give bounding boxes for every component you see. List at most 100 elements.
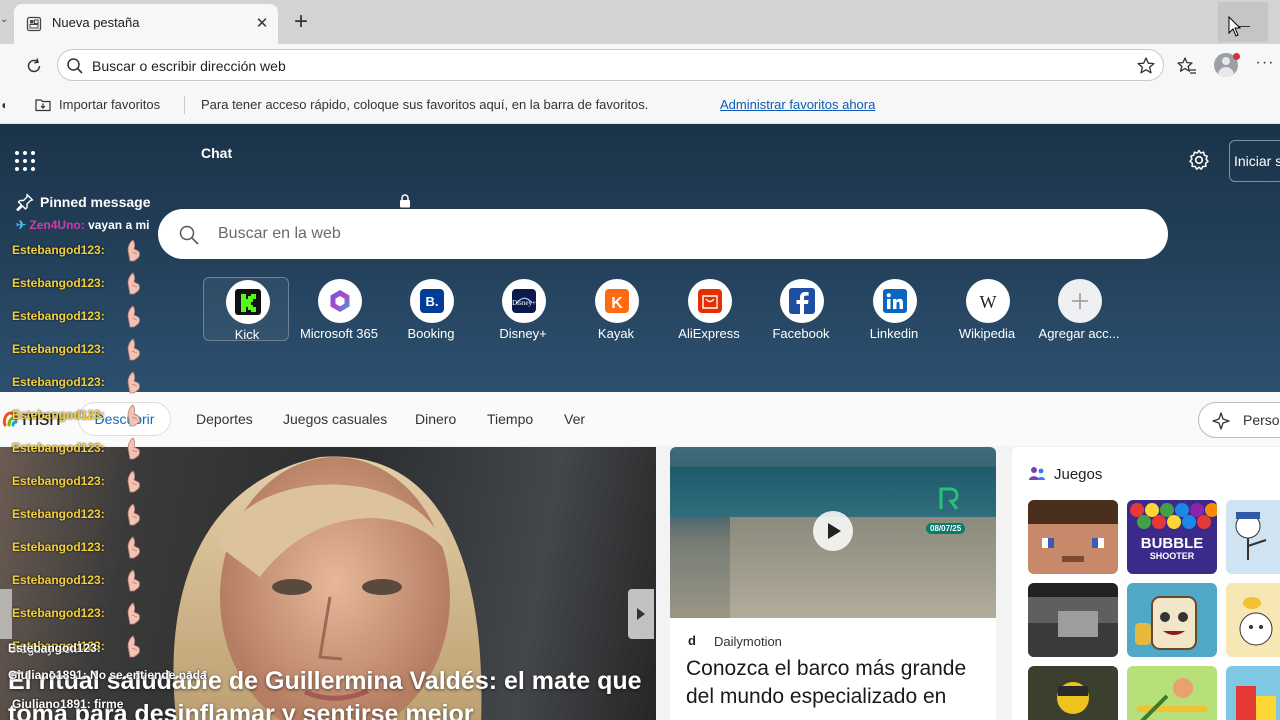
chat-message: Estebangod123: [12, 272, 152, 295]
chat-message: Estebangod123: [12, 569, 152, 592]
new-tab-button[interactable]: + [288, 10, 314, 36]
quick-link-wikipedia[interactable]: W Wikipedia [944, 277, 1030, 341]
personalize-sparkle-icon [1212, 412, 1230, 430]
pinned-message-user: Zen4Uno: [29, 218, 85, 232]
chat-message: Estebangod123: [12, 239, 152, 262]
game-tile-cartoon-mug[interactable] [1127, 583, 1217, 657]
chat-message: Estebangod123: [12, 536, 152, 559]
game-tile-pin-pull[interactable] [1127, 666, 1217, 720]
booking-icon: B. [410, 279, 454, 323]
quick-link-facebook[interactable]: Facebook [758, 277, 844, 341]
play-button[interactable] [813, 511, 853, 551]
app-launcher-icon[interactable] [15, 151, 37, 173]
svg-text:SHOOTER: SHOOTER [1150, 551, 1195, 561]
emote-icon [127, 371, 140, 394]
profile-notification-dot [1233, 53, 1240, 60]
dailymotion-logo-icon: d [688, 633, 696, 648]
emote-icon [127, 272, 140, 295]
favorites-bar-stub-icon: ◖ [0, 98, 8, 112]
carousel-next-button[interactable] [628, 589, 654, 639]
svg-text:W: W [980, 292, 997, 312]
quick-link-aliexpress[interactable]: AliExpress [666, 277, 752, 341]
emote-icon [127, 404, 140, 427]
chat-username: Estebangod123: [12, 474, 105, 488]
chat-message: Estebangod123: [12, 305, 152, 328]
quick-link-microsoft-365[interactable]: Microsoft 365 [296, 277, 382, 341]
svg-text:Disney+: Disney+ [512, 299, 536, 307]
settings-gear-icon[interactable] [1187, 148, 1211, 172]
add-favorite-star-icon[interactable] [1135, 55, 1157, 77]
aliexpress-icon [688, 279, 732, 323]
games-card: Juegos BUBBLE SHOOTER [1012, 447, 1280, 720]
video-title[interactable]: Conozca el barco más grande del mundo es… [686, 655, 986, 711]
wikipedia-icon: W [966, 279, 1010, 323]
tab-sports[interactable]: Deportes [196, 411, 253, 427]
chat-message: Estebangod123: [12, 437, 152, 460]
quick-link-booking[interactable]: B. Booking [388, 277, 474, 341]
emote-icon [127, 536, 140, 559]
quick-link-kayak[interactable]: K Kayak [573, 277, 659, 341]
manage-favorites-link[interactable]: Administrar favoritos ahora [720, 97, 875, 112]
chat-message: Estebangod123: [12, 404, 152, 427]
tab-actions-stub[interactable]: ⌄ [0, 14, 8, 28]
chat-message: Estebangod123: [12, 602, 152, 625]
tab-watch[interactable]: Ver [564, 411, 585, 427]
tab-money[interactable]: Dinero [415, 411, 456, 427]
tab-casual-games[interactable]: Juegos casuales [283, 411, 387, 427]
web-search-box[interactable] [158, 209, 1168, 259]
quick-link-disneyplus[interactable]: Disney+ Disney+ [480, 277, 566, 341]
web-search-input[interactable] [218, 222, 1118, 246]
chat-username: Estebangod123: [12, 342, 105, 356]
chat-username: Estebangod123: [12, 540, 105, 554]
quick-link-linkedin[interactable]: Linkedin [851, 277, 937, 341]
address-bar[interactable] [57, 49, 1164, 81]
quick-links: Kick Microsoft 365 B. Booking Disney+ Di… [0, 274, 1280, 344]
minimize-button[interactable] [1218, 2, 1268, 42]
msn-feed-nav: msn Descubrir Deportes Juegos casuales D… [0, 392, 1280, 446]
kayak-icon: K [595, 279, 639, 323]
game-tile-blocky[interactable] [1028, 500, 1118, 574]
more-options-icon[interactable]: ··· [1254, 52, 1276, 74]
favorites-divider [184, 96, 185, 114]
chat-title: Chat [201, 145, 233, 161]
personalize-label: Perso [1243, 412, 1280, 428]
close-tab-icon[interactable]: ✕ [252, 14, 272, 34]
favorites-icon[interactable] [1176, 55, 1198, 77]
game-tile-bees[interactable] [1226, 583, 1280, 657]
emote-icon [127, 569, 140, 592]
pinned-message-text: vayan a mi [84, 218, 150, 232]
tab-weather[interactable]: Tiempo [487, 411, 533, 427]
emote-icon [127, 470, 140, 493]
play-icon [828, 523, 841, 539]
refresh-icon[interactable] [24, 56, 44, 76]
chat-message-overlap: Estebangod123: [8, 641, 101, 655]
quick-link-kick[interactable]: Kick [203, 277, 289, 342]
address-input[interactable] [92, 55, 1092, 77]
personalize-button[interactable]: Perso [1198, 402, 1280, 438]
video-story-card[interactable]: 08/07/25 d Dailymotion Conozca el barco … [670, 447, 996, 720]
chat-message: Estebangod123: [12, 503, 152, 526]
plus-icon [1058, 279, 1102, 323]
chat-username: Estebangod123: [12, 276, 105, 290]
tab-new-tab[interactable]: Nueva pestaña ✕ [14, 4, 278, 44]
game-tile-soldier[interactable] [1028, 666, 1118, 720]
emote-icon [127, 305, 140, 328]
chat-message: Estebangod123: [12, 371, 152, 394]
video-thumbnail: 08/07/25 [670, 447, 996, 618]
sign-in-button[interactable]: Iniciar s [1229, 140, 1280, 182]
emote-icon [127, 437, 140, 460]
kick-icon [226, 280, 270, 324]
emote-icon [127, 503, 140, 526]
game-tile-stickman[interactable] [1226, 500, 1280, 574]
new-tab-page-icon [26, 16, 42, 32]
chat-username: Estebangod123: [12, 375, 105, 389]
game-tile-racing[interactable] [1028, 583, 1118, 657]
quick-link-add[interactable]: Agregar acc... [1036, 277, 1122, 341]
game-tile-bubble-shooter[interactable]: BUBBLE SHOOTER [1127, 500, 1217, 574]
carousel-prev-button[interactable] [0, 589, 12, 639]
favorites-bar: ◖ Importar favoritos Para tener acceso r… [0, 86, 1280, 124]
chat-username: Estebangod123: [12, 507, 105, 521]
microsoft365-icon [318, 279, 362, 323]
game-tile-color-blocks[interactable] [1226, 666, 1280, 720]
linkedin-icon [873, 279, 917, 323]
